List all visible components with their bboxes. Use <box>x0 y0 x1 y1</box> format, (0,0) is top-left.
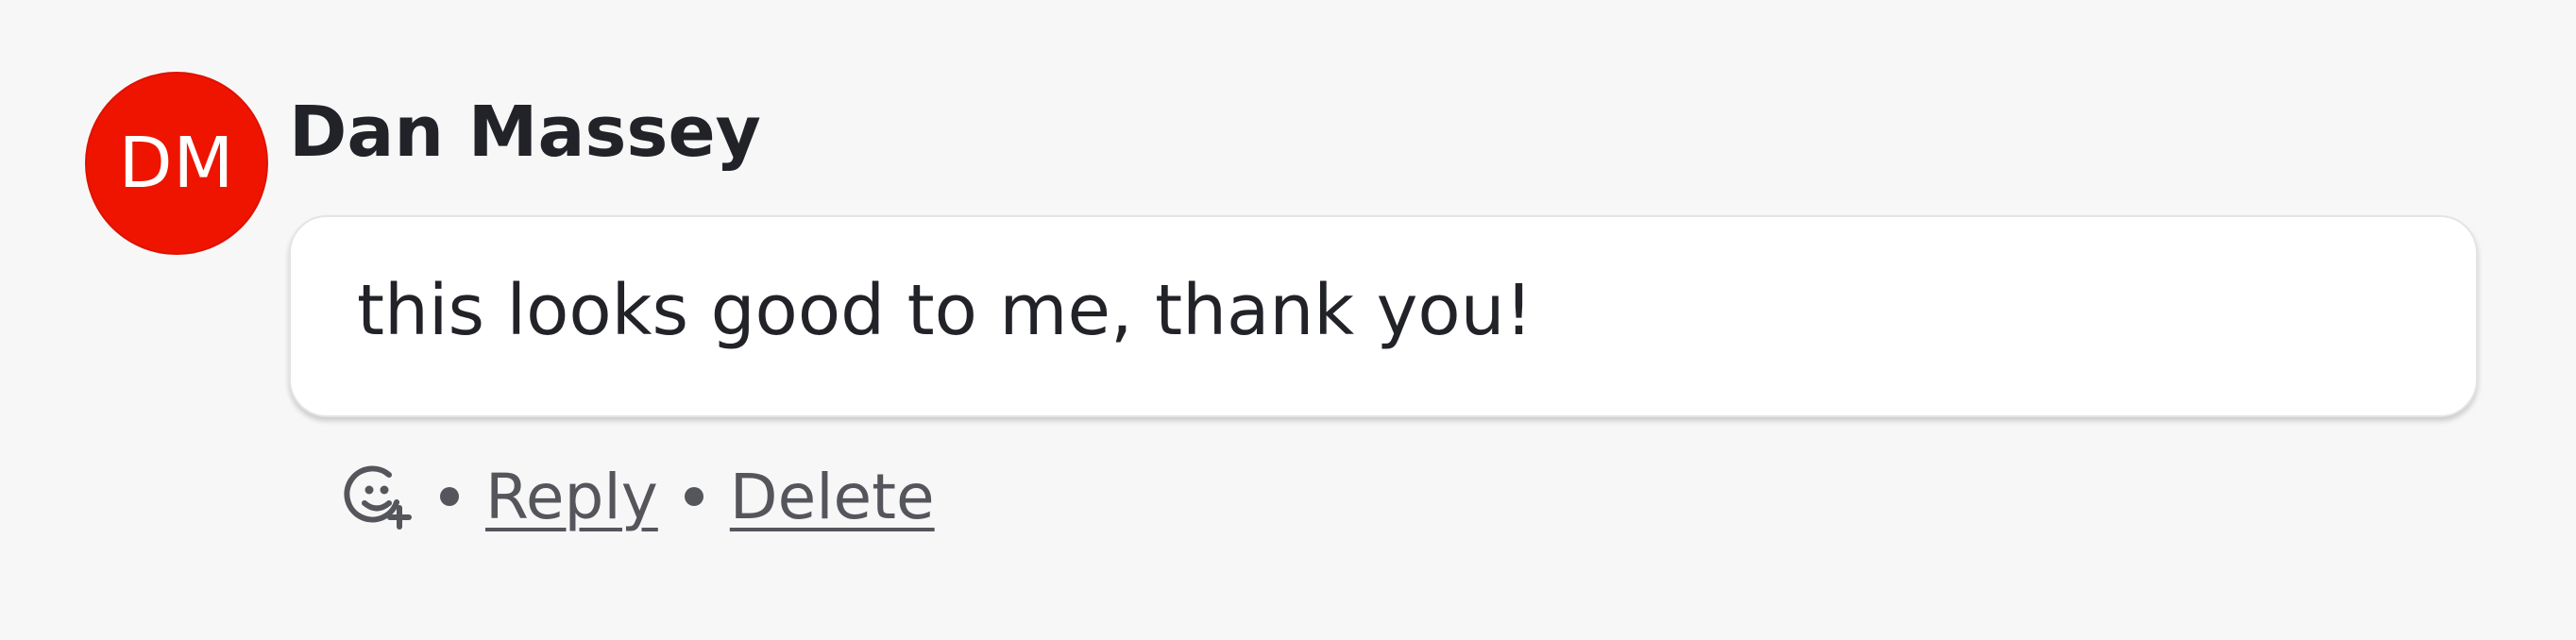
avatar[interactable]: DM <box>85 72 268 255</box>
comment: DM Dan Massey this looks good to me, tha… <box>0 0 2576 640</box>
comment-author: Dan Massey <box>289 92 761 173</box>
delete-link[interactable]: Delete <box>730 461 935 533</box>
comment-actions: Reply Delete <box>342 457 935 536</box>
reply-link[interactable]: Reply <box>485 461 658 533</box>
separator-dot <box>440 487 459 506</box>
add-reaction-icon <box>344 465 412 530</box>
add-reaction-button[interactable] <box>342 461 414 532</box>
separator-dot <box>684 487 703 506</box>
comment-bubble: this looks good to me, thank you! <box>289 215 2478 417</box>
avatar-initials: DM <box>118 123 235 204</box>
comment-text: this looks good to me, thank you! <box>357 270 1534 351</box>
